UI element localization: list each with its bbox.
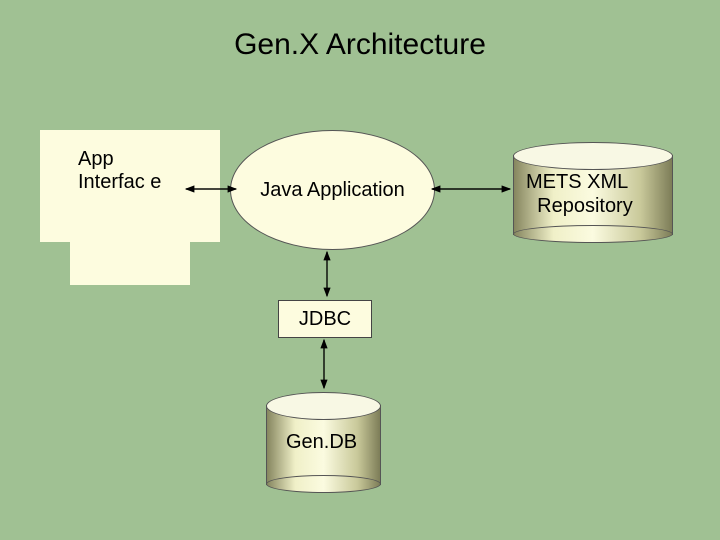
- diagram-title: Gen.X Architecture: [0, 28, 720, 62]
- cylinder-bottom: [266, 475, 381, 493]
- label-line: Repository: [537, 195, 633, 217]
- cylinder-top: [266, 392, 381, 420]
- node-jdbc-label: JDBC: [299, 308, 351, 331]
- node-jdbc: JDBC: [278, 300, 372, 338]
- node-app-interface-label: App Interfac e: [78, 148, 178, 194]
- node-java-application-label: Java Application: [260, 179, 405, 202]
- node-gendb-label: Gen.DB: [286, 430, 357, 454]
- label-line: METS XML: [526, 171, 628, 193]
- node-mets-repository-label: METS XML Repository: [526, 170, 633, 218]
- decoration: [40, 242, 70, 287]
- cylinder-top: [513, 142, 673, 170]
- decoration: [190, 242, 220, 287]
- cylinder-bottom: [513, 225, 673, 243]
- node-java-application: Java Application: [230, 130, 435, 250]
